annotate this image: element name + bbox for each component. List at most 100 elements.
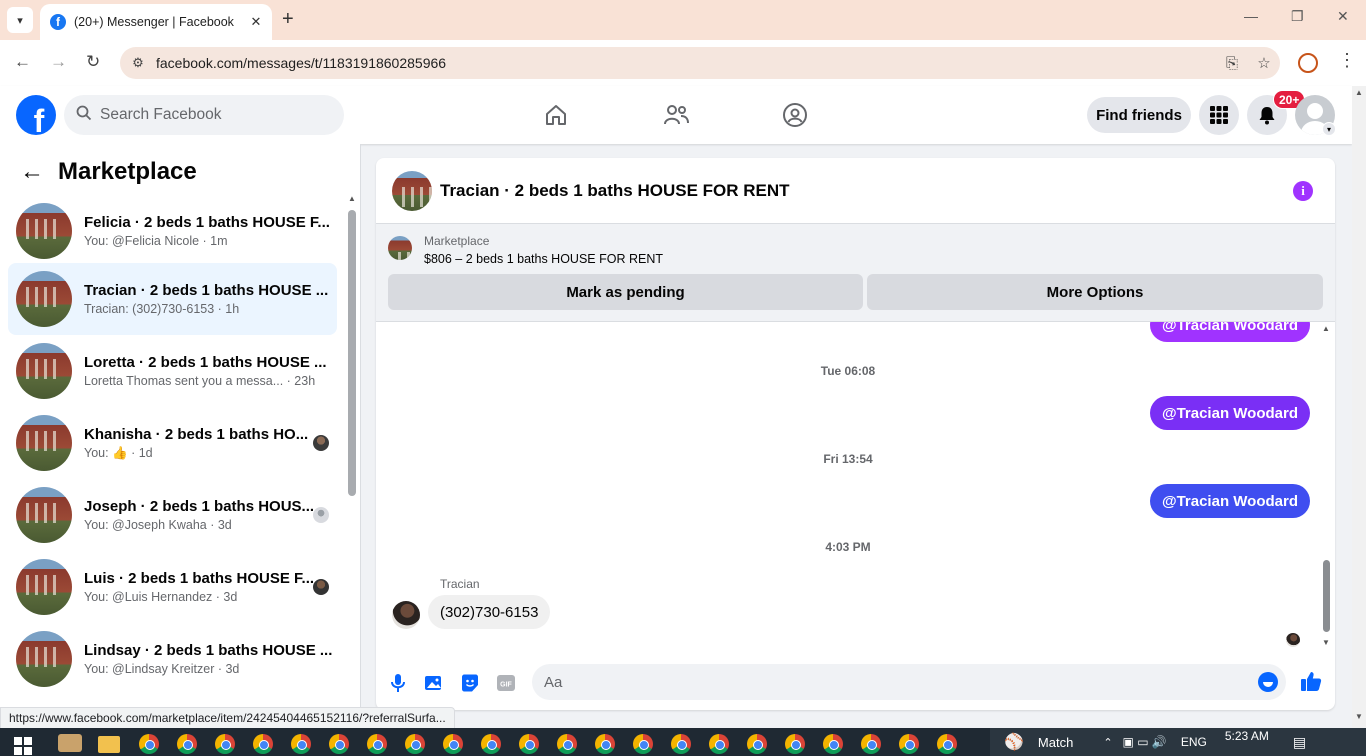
clock-time[interactable]: 5:23 AM xyxy=(1225,729,1269,743)
message-timestamp: 4:03 PM xyxy=(825,540,871,554)
chrome-taskbar-icon[interactable] xyxy=(519,734,539,754)
facebook-favicon-icon: f xyxy=(50,14,66,30)
message-input[interactable]: Aa xyxy=(532,664,1286,700)
tab-close-icon[interactable]: ✕ xyxy=(246,14,266,30)
chrome-taskbar-icon[interactable] xyxy=(557,734,577,754)
browser-tab-active[interactable]: f (20+) Messenger | Facebook ✕ xyxy=(40,4,272,40)
emoji-icon[interactable] xyxy=(1258,672,1278,692)
chrome-taskbar-icon[interactable] xyxy=(709,734,729,754)
conversation-item[interactable]: Joseph · 2 beds 1 baths HOUS... You: @Jos… xyxy=(8,483,337,547)
info-icon[interactable]: i xyxy=(1293,180,1313,201)
windows-start-icon[interactable] xyxy=(14,737,32,756)
sidebar-title: Marketplace xyxy=(58,158,197,185)
like-thumb-icon[interactable] xyxy=(1300,670,1322,698)
weather-widget-text[interactable]: Match xyxy=(1038,735,1073,750)
back-arrow-icon[interactable]: ← xyxy=(20,158,44,186)
chrome-taskbar-icon[interactable] xyxy=(633,734,653,754)
file-explorer-icon[interactable] xyxy=(98,736,120,753)
search-input[interactable]: Search Facebook xyxy=(64,95,344,135)
chrome-taskbar-icon[interactable] xyxy=(785,734,805,754)
chat-scroll-thumb[interactable] xyxy=(1323,560,1330,632)
listing-thumbnail xyxy=(16,203,72,259)
chrome-taskbar-icon[interactable] xyxy=(823,734,843,754)
sender-avatar[interactable] xyxy=(392,601,420,629)
chat-listing-thumbnail[interactable] xyxy=(392,170,432,211)
install-app-icon[interactable]: ⎘ xyxy=(1216,55,1248,72)
sports-widget-icon[interactable]: ⚾ xyxy=(1004,732,1024,752)
browser-profile-icon[interactable] xyxy=(1298,53,1318,73)
more-options-button[interactable]: More Options xyxy=(867,274,1323,310)
groups-icon[interactable] xyxy=(780,100,810,130)
chat-scrollbar[interactable]: ▲ ▼ xyxy=(1320,322,1332,656)
home-icon[interactable] xyxy=(541,100,571,130)
new-tab-icon[interactable]: + xyxy=(282,8,294,31)
restore-icon[interactable]: ❐ xyxy=(1291,8,1304,25)
chrome-taskbar-icon[interactable] xyxy=(291,734,311,754)
listing-price-title[interactable]: $806 – 2 beds 1 baths HOUSE FOR RENT xyxy=(424,252,663,266)
gif-icon[interactable]: GIF xyxy=(488,665,524,701)
outgoing-message[interactable]: @Tracian Woodard xyxy=(1149,322,1310,342)
tab-search-button[interactable]: ▾ xyxy=(7,7,33,33)
forward-icon[interactable]: → xyxy=(50,52,67,72)
site-info-icon[interactable]: ⚙ xyxy=(120,55,156,71)
account-chevron-icon[interactable]: ▾ xyxy=(1322,122,1336,136)
page-scrollbar[interactable]: ▲ ▼ xyxy=(1352,86,1366,728)
back-icon[interactable]: ← xyxy=(14,52,31,72)
browser-menu-icon[interactable]: ⋮ xyxy=(1338,50,1356,71)
minimize-icon[interactable]: — xyxy=(1244,8,1258,24)
tray-chevron-icon[interactable]: ⌃ xyxy=(1103,736,1112,749)
system-tray: ⚾ Match ⌃ ▣ ▭ 🔊 ENG 5:23 AM ▤ xyxy=(990,728,1366,756)
sticker-icon[interactable] xyxy=(452,665,488,701)
conversation-preview: You: @Lindsay Kreitzer · 3d xyxy=(84,662,240,676)
chrome-taskbar-icon[interactable] xyxy=(405,734,425,754)
chrome-taskbar-icon[interactable] xyxy=(937,734,957,754)
message-list: @Tracian Woodard Tue 06:08 @Tracian Wood… xyxy=(376,322,1335,656)
address-bar[interactable]: ⚙ facebook.com/messages/t/11831918602859… xyxy=(120,47,1280,79)
chrome-taskbar-icon[interactable] xyxy=(329,734,349,754)
mark-as-pending-button[interactable]: Mark as pending xyxy=(388,274,863,310)
language-indicator[interactable]: ENG xyxy=(1181,735,1207,749)
menu-grid-icon[interactable] xyxy=(1199,95,1239,135)
conversation-item[interactable]: Luis · 2 beds 1 baths HOUSE F... You: @Lu… xyxy=(8,555,337,619)
bookmark-star-icon[interactable]: ☆ xyxy=(1248,54,1280,72)
chrome-taskbar-icon[interactable] xyxy=(443,734,463,754)
window-close-icon[interactable]: ✕ xyxy=(1337,8,1349,25)
chrome-taskbar-icon[interactable] xyxy=(253,734,273,754)
conversation-preview: You: 👍 · 1d xyxy=(84,445,153,460)
conversation-item[interactable]: Loretta · 2 beds 1 baths HOUSE ... Lorett… xyxy=(8,339,337,403)
conversation-item[interactable]: Khanisha · 2 beds 1 baths HO... You: 👍 · … xyxy=(8,411,337,475)
photo-icon[interactable] xyxy=(416,665,452,701)
conversation-preview: You: @Joseph Kwaha · 3d xyxy=(84,518,232,532)
chrome-taskbar-icon[interactable] xyxy=(747,734,767,754)
chrome-taskbar-icon[interactable] xyxy=(671,734,691,754)
conversation-item[interactable]: Lindsay · 2 beds 1 baths HOUSE ... You: @… xyxy=(8,627,337,691)
sidebar-scroll-thumb[interactable] xyxy=(348,210,356,496)
listing-mini-thumbnail[interactable] xyxy=(388,236,412,260)
chrome-taskbar-icon[interactable] xyxy=(595,734,615,754)
incoming-message[interactable]: (302)730-6153 xyxy=(428,595,551,629)
tray-status-icons[interactable]: ▣ ▭ 🔊 xyxy=(1123,735,1167,749)
chat-title[interactable]: Tracian · 2 beds 1 baths HOUSE FOR RENT xyxy=(440,181,1293,201)
reload-icon[interactable]: ↻ xyxy=(86,52,100,72)
outgoing-message[interactable]: @Tracian Woodard xyxy=(1149,396,1310,430)
chrome-taskbar-icon[interactable] xyxy=(861,734,881,754)
message-placeholder: Aa xyxy=(544,673,563,691)
sidebar-scrollbar[interactable]: ▲ xyxy=(347,194,356,496)
chrome-taskbar-icon[interactable] xyxy=(367,734,387,754)
seen-avatar xyxy=(313,435,329,451)
chrome-taskbar-icon[interactable] xyxy=(481,734,501,754)
paint-app-icon[interactable] xyxy=(58,734,82,752)
conversation-item-active[interactable]: Tracian · 2 beds 1 baths HOUSE ... Tracia… xyxy=(8,263,337,335)
chrome-taskbar-icon[interactable] xyxy=(177,734,197,754)
notification-center-icon[interactable]: ▤ xyxy=(1293,734,1306,751)
chrome-taskbar-icon[interactable] xyxy=(215,734,235,754)
find-friends-button[interactable]: Find friends xyxy=(1087,97,1191,133)
chrome-taskbar-icon[interactable] xyxy=(899,734,919,754)
conversation-item[interactable]: Felicia · 2 beds 1 baths HOUSE F... You: … xyxy=(8,199,337,263)
facebook-logo-icon[interactable]: f xyxy=(16,95,56,135)
chrome-taskbar-icon[interactable] xyxy=(139,734,159,754)
outgoing-message[interactable]: @Tracian Woodard xyxy=(1149,484,1310,518)
conversation-preview: You: @Luis Hernandez · 3d xyxy=(84,590,238,604)
microphone-icon[interactable] xyxy=(380,665,416,701)
friends-icon[interactable] xyxy=(661,100,691,130)
